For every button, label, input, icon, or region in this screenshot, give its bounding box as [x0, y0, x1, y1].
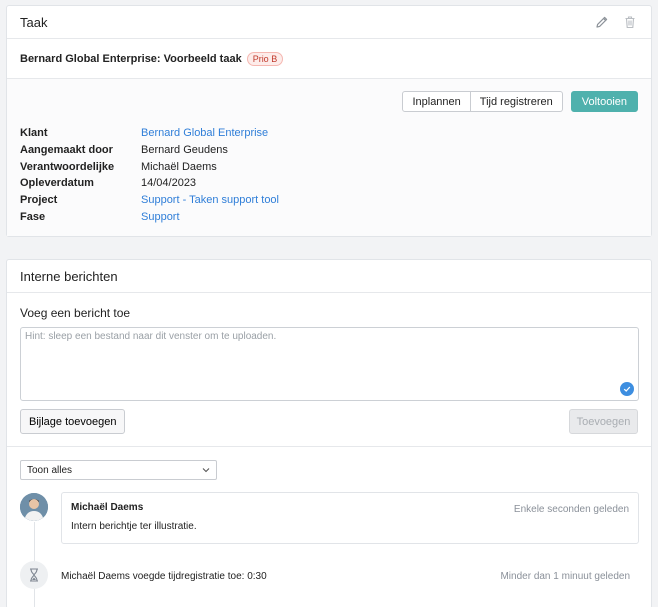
- task-body: Inplannen Tijd registreren Voltooien Kla…: [7, 79, 651, 236]
- due-date-value: 14/04/2023: [141, 177, 197, 190]
- property-label: Klant: [20, 127, 48, 140]
- chevron-down-icon: [202, 465, 210, 476]
- message-filter-select[interactable]: Toon alles: [20, 460, 217, 480]
- property-label: Fase: [20, 210, 46, 223]
- property-label: Verantwoordelijke: [20, 160, 115, 173]
- check-icon: [620, 382, 634, 396]
- task-actions: Inplannen Tijd registreren Voltooien: [402, 91, 638, 112]
- property-row: Klant Bernard Global Enterprise: [20, 125, 279, 142]
- message-textarea[interactable]: Hint: sleep een bestand naar dit venster…: [20, 327, 639, 401]
- internal-messages-card: Interne berichten Voeg een bericht toe H…: [6, 259, 652, 607]
- time-registration-event: Michaël Daems voegde tijdregistratie toe…: [61, 571, 267, 582]
- property-label: Aangemaakt door: [20, 144, 113, 157]
- message-text: Intern berichtje ter illustratie.: [71, 521, 197, 532]
- task-card-header: Taak: [7, 6, 651, 39]
- add-attachment-button[interactable]: Bijlage toevoegen: [20, 409, 126, 434]
- avatar: [20, 493, 48, 521]
- task-card: Taak Bernard Global Enterprise: Voorbeel…: [6, 5, 652, 237]
- property-row: Project Support - Taken support tool: [20, 192, 279, 209]
- add-message-button[interactable]: Toevoegen: [569, 409, 638, 434]
- property-row: Aangemaakt door Bernard Geudens: [20, 142, 279, 159]
- hourglass-icon: [20, 561, 48, 589]
- property-row: Verantwoordelijke Michaël Daems: [20, 158, 279, 175]
- compose-heading: Voeg een bericht toe: [20, 306, 131, 320]
- task-properties: Klant Bernard Global Enterprise Aangemaa…: [20, 125, 279, 225]
- event-time: Minder dan 1 minuut geleden: [500, 571, 630, 582]
- project-link[interactable]: Support - Taken support tool: [141, 194, 279, 206]
- compose-section: Voeg een bericht toe Hint: sleep een bes…: [7, 293, 651, 447]
- messages-card-title: Interne berichten: [20, 268, 118, 284]
- property-label: Opleverdatum: [20, 177, 94, 190]
- phase-link[interactable]: Support: [141, 211, 180, 223]
- textarea-placeholder: Hint: sleep een bestand naar dit venster…: [25, 331, 277, 342]
- task-subject: Bernard Global Enterprise: Voorbeeld taa…: [7, 39, 651, 79]
- messages-card-header: Interne berichten: [7, 260, 651, 293]
- filter-selected-value: Toon alles: [27, 464, 73, 476]
- priority-badge: Prio B: [246, 51, 284, 66]
- customer-link[interactable]: Bernard Global Enterprise: [141, 127, 268, 139]
- message-item: Michaël Daems Enkele seconden geleden In…: [61, 492, 639, 544]
- property-row: Opleverdatum 14/04/2023: [20, 175, 279, 192]
- register-time-button[interactable]: Tijd registreren: [470, 91, 563, 112]
- property-label: Project: [20, 194, 58, 207]
- created-by-value: Bernard Geudens: [141, 144, 228, 157]
- complete-button[interactable]: Voltooien: [570, 91, 638, 112]
- responsible-value: Michaël Daems: [141, 160, 217, 173]
- message-time: Enkele seconden geleden: [513, 504, 629, 515]
- pencil-icon[interactable]: [594, 14, 610, 30]
- plan-button[interactable]: Inplannen: [402, 91, 471, 112]
- trash-icon[interactable]: [622, 14, 638, 30]
- task-card-title: Taak: [20, 14, 48, 30]
- property-row: Fase Support: [20, 208, 279, 225]
- task-subject-text: Bernard Global Enterprise: Voorbeeld taa…: [20, 52, 242, 65]
